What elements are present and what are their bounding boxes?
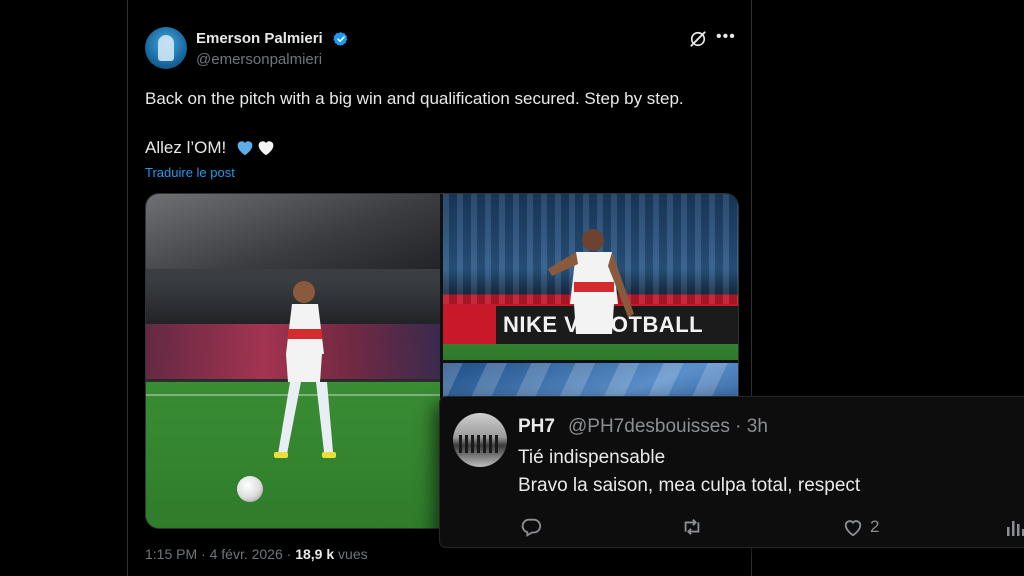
verified-icon	[333, 32, 348, 46]
white-heart-icon	[258, 141, 274, 156]
player-figure	[274, 281, 336, 458]
separator: ·	[201, 546, 206, 562]
reply-author-name[interactable]: PH7	[518, 416, 555, 438]
tweet-text-allez: Allez l’OM!	[145, 138, 227, 157]
tweet-text-line2: Allez l’OM!	[145, 138, 276, 158]
reply-text-line2: Bravo la saison, mea culpa total, respec…	[518, 475, 861, 496]
grok-icon[interactable]	[688, 29, 708, 49]
media-image-1[interactable]	[146, 194, 440, 528]
tweet-text-line1: Back on the pitch with a big win and qua…	[145, 89, 684, 108]
more-icon[interactable]: •••	[716, 28, 736, 46]
like-button[interactable]: 2	[842, 515, 879, 539]
views-count: 18,9 k	[295, 546, 335, 562]
author-avatar[interactable]	[145, 27, 187, 69]
author-name[interactable]: Emerson Palmieri	[196, 30, 323, 47]
football	[237, 476, 263, 502]
reply-card[interactable]: PH7 @PH7desbouisses · 3h Tié indispensab…	[440, 397, 1024, 547]
media-image-2[interactable]: NIKE VFOOTBALL	[443, 194, 738, 360]
reply-author-avatar[interactable]	[453, 413, 507, 467]
timeline-left-border	[127, 0, 128, 576]
retweet-icon	[684, 519, 700, 535]
reply-age: 3h	[746, 416, 768, 437]
reply-meta: @PH7desbouisses · 3h	[568, 416, 768, 437]
reply-text-line1: Tié indispensable	[518, 447, 666, 468]
retweet-button[interactable]	[680, 515, 704, 539]
blue-heart-icon	[237, 141, 253, 156]
like-icon	[844, 520, 862, 537]
tweet-date: 4 févr. 2026	[209, 546, 283, 562]
like-count: 2	[870, 517, 880, 536]
translate-post-link[interactable]: Traduire le post	[145, 165, 235, 180]
tweet-time: 1:15 PM	[145, 546, 198, 562]
views-label: vues	[338, 546, 368, 562]
reply-icon	[521, 518, 542, 537]
reply-button[interactable]	[520, 515, 542, 539]
author-handle[interactable]: @emersonpalmieri	[196, 51, 322, 68]
separator: ·	[286, 546, 292, 562]
reply-author-handle[interactable]: @PH7desbouisses	[568, 416, 730, 437]
tweet-timestamp[interactable]: 1:15 PM · 4 févr. 2026 · 18,9 k vues	[145, 546, 368, 562]
stats-icon	[1007, 521, 1024, 536]
stats-button[interactable]	[1005, 515, 1024, 539]
player-figure-2	[548, 229, 634, 334]
